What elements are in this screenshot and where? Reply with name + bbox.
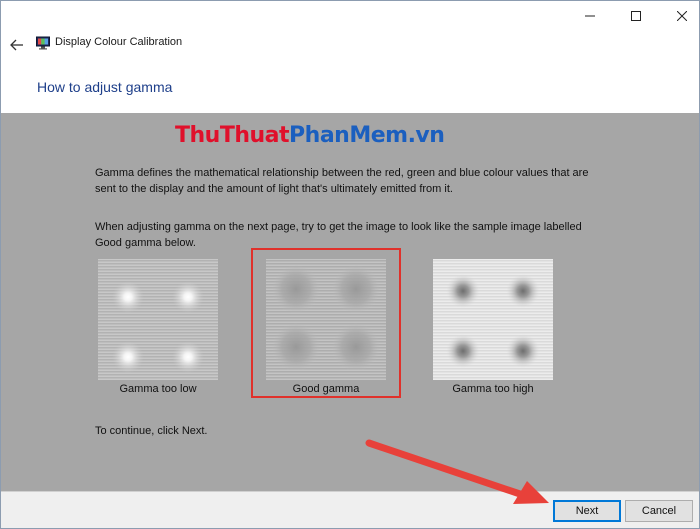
calibration-window: Display Colour Calibration How to adjust…	[0, 0, 700, 529]
minimize-icon	[585, 15, 595, 17]
continue-instruction: To continue, click Next.	[95, 425, 208, 437]
good-gamma-highlight-box	[251, 248, 401, 398]
back-button[interactable]	[6, 34, 28, 56]
gamma-instructions: When adjusting gamma on the next page, t…	[95, 221, 582, 249]
gamma-description: Gamma defines the mathematical relations…	[95, 167, 589, 195]
watermark-text-b: PhanMem.vn	[289, 123, 445, 148]
close-button[interactable]	[659, 1, 699, 31]
next-button[interactable]: Next	[553, 500, 621, 522]
back-arrow-icon	[10, 39, 23, 51]
title-bar	[1, 1, 699, 31]
maximize-button[interactable]	[613, 1, 659, 31]
navigation-bar: Display Colour Calibration	[1, 31, 699, 59]
cancel-button[interactable]: Cancel	[625, 500, 693, 522]
maximize-icon	[631, 11, 641, 21]
sample-label-too-high: Gamma too high	[452, 383, 534, 395]
content-area: ThuThuatPhanMem.vn Gamma defines the mat…	[1, 113, 699, 491]
sample-label-too-low: Gamma too low	[119, 383, 197, 395]
minimize-button[interactable]	[567, 1, 613, 31]
sample-gamma-too-high	[433, 259, 553, 380]
footer-bar: Next Cancel	[1, 491, 699, 528]
gamma-too-high-image	[433, 259, 553, 380]
window-title: Display Colour Calibration	[55, 36, 183, 48]
gamma-too-low-image	[98, 259, 218, 380]
watermark-logo: ThuThuatPhanMem.vn	[175, 123, 445, 148]
sample-gamma-too-low	[98, 259, 218, 380]
page-title: How to adjust gamma	[37, 79, 173, 95]
page-header: How to adjust gamma	[1, 59, 699, 113]
close-icon	[677, 11, 687, 21]
display-icon	[36, 36, 50, 50]
watermark-text-a: ThuThuat	[175, 123, 290, 148]
